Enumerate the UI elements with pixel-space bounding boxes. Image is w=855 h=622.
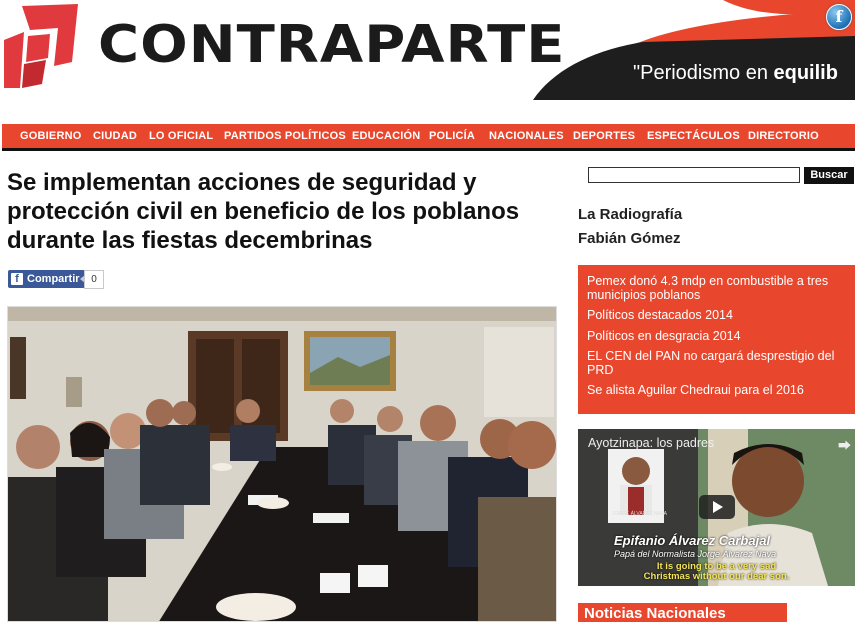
video-person-subtitle: Papá del Normalista Jorge Álvarez Nava	[614, 549, 777, 559]
share-count: 0	[80, 270, 104, 289]
video-photo-label: JORGE ÁLVAREZ NAVA	[612, 511, 667, 517]
news-list: Pemex donó 4.3 mdp en combustible a tres…	[578, 265, 855, 414]
nav-item-educacion[interactable]: EDUCACIÓN	[352, 130, 420, 142]
facebook-icon: f	[11, 273, 23, 285]
nav-item-directorio[interactable]: DIRECTORIO	[748, 130, 819, 142]
nav-item-nacionales[interactable]: NACIONALES	[489, 130, 564, 142]
article-photo[interactable]	[7, 306, 557, 622]
nav-item-ciudad[interactable]: CIUDAD	[93, 130, 137, 142]
news-link[interactable]: Pemex donó 4.3 mdp en combustible a tres…	[587, 274, 849, 302]
news-link[interactable]: Políticos destacados 2014	[587, 308, 849, 322]
site-brand-title[interactable]: CONTRAPARTE	[98, 16, 566, 75]
section-title-noticias-nacionales: Noticias Nacionales	[578, 603, 787, 622]
article-headline: Se implementan acciones de seguridad y p…	[7, 169, 520, 254]
share-icon[interactable]: ⮕	[838, 435, 851, 454]
nav-item-espectaculos[interactable]: ESPECTÁCULOS	[647, 130, 740, 142]
news-link[interactable]: Se alista Aguilar Chedraui para el 2016	[587, 383, 849, 397]
main-nav: GOBIERNO CIUDAD LO OFICIAL PARTIDOS POLÍ…	[2, 124, 855, 151]
nav-item-deportes[interactable]: DEPORTES	[573, 130, 635, 142]
play-button[interactable]	[699, 495, 735, 519]
video-title[interactable]: Ayotzinapa: los padres	[588, 436, 714, 450]
share-label: Compartir	[27, 273, 80, 285]
contraparte-logo-icon[interactable]	[2, 2, 80, 88]
news-link[interactable]: Políticos en desgracia 2014	[587, 329, 849, 343]
site-header: CONTRAPARTE "Periodismo en equilib f	[0, 0, 855, 100]
facebook-share-button[interactable]: f Compartir	[8, 270, 85, 288]
video-caption-line-2: Christmas without our dear son.	[643, 571, 790, 582]
search-input[interactable]	[588, 167, 800, 183]
nav-item-lo-oficial[interactable]: LO OFICIAL	[149, 130, 213, 142]
slogan-banner: "Periodismo en equilib	[533, 0, 855, 100]
video-person-name: Epifanio Álvarez Carbajal	[614, 533, 771, 548]
sidebar-link-fabian-gomez[interactable]: Fabián Gómez	[578, 230, 681, 247]
nav-item-policia[interactable]: POLICÍA	[429, 130, 475, 142]
search-button[interactable]: Buscar	[804, 167, 854, 184]
nav-item-partidos-politicos[interactable]: PARTIDOS POLÍTICOS	[224, 130, 346, 142]
facebook-icon[interactable]: f	[826, 4, 852, 30]
slogan-background	[533, 0, 855, 100]
video-embed[interactable]: Ayotzinapa: los padres ⮕ JORGE ÁLVAREZ N…	[578, 429, 855, 586]
nav-item-gobierno[interactable]: GOBIERNO	[20, 130, 82, 142]
news-link[interactable]: EL CEN del PAN no cargará desprestigio d…	[587, 349, 849, 377]
sidebar-link-la-radiografia[interactable]: La Radiografía	[578, 206, 682, 223]
slogan-text: "Periodismo en equilib	[633, 62, 838, 84]
meeting-photo-illustration	[8, 307, 556, 621]
